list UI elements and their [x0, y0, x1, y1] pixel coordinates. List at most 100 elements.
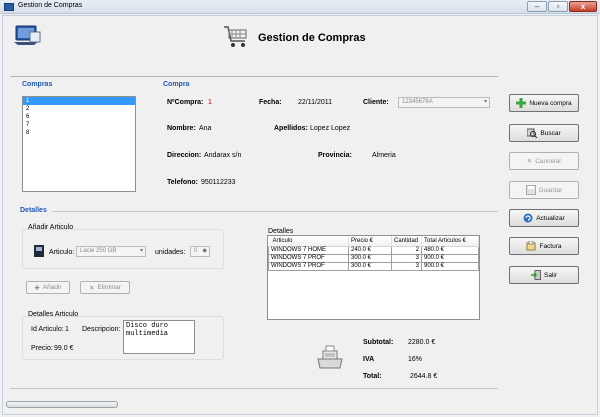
- save-button[interactable]: Guardar: [509, 181, 579, 199]
- table-cell: 3: [391, 261, 422, 271]
- subtotal-label: Subtotal:: [363, 339, 394, 346]
- id-articulo-value: 1: [65, 326, 69, 333]
- add-article-button[interactable]: ✚ Añadir: [26, 281, 70, 294]
- cash-register-icon: [315, 345, 345, 371]
- column-header[interactable]: Precio €: [348, 236, 392, 247]
- articulo-label: Articulo:: [49, 249, 75, 256]
- cancel-button[interactable]: ✕ Cancelar: [509, 152, 579, 170]
- table-cell: 900.0 €: [421, 253, 479, 263]
- compra-section-title: Compra: [163, 81, 190, 88]
- direccion-value: Andarax s/n: [204, 152, 242, 159]
- fecha-value: 22/11/2011: [298, 99, 332, 106]
- descripcion-label: Descripcion:: [82, 326, 121, 333]
- articulo-select[interactable]: Lacie 250 GB ▾: [76, 246, 146, 257]
- subtotal-value: 2280.0 €: [408, 339, 436, 346]
- table-cell: WINDOWS 7 HOME: [268, 245, 349, 255]
- id-articulo-label: Id Articulo:: [31, 326, 64, 333]
- lines-table-container[interactable]: Articulo Precio € Cantidad Total Articul…: [267, 235, 480, 320]
- bottom-divider: [10, 388, 498, 389]
- chevron-down-icon: ▾: [139, 248, 143, 254]
- table-cell: 480.0 €: [421, 245, 479, 255]
- app-icon: [4, 3, 14, 11]
- add-article-button-label: Añadir: [42, 284, 62, 291]
- lines-table-title: Detalles: [268, 228, 294, 235]
- table-row[interactable]: WINDOWS 7 HOME 240.0 € 2 480.0 €: [268, 245, 479, 255]
- exit-button[interactable]: Salir: [509, 266, 579, 284]
- iva-value: 16%: [408, 356, 423, 363]
- search-icon: [526, 128, 538, 139]
- table-cell: 300.0 €: [348, 261, 392, 271]
- app-logo-icon: [12, 24, 42, 46]
- table-cell: WINDOWS 7 PROF: [268, 261, 349, 271]
- minimize-button[interactable]: –: [527, 1, 547, 12]
- table-cell: 300.0 €: [348, 253, 392, 263]
- refresh-button[interactable]: Actualizar: [509, 209, 579, 227]
- chevron-down-icon: ▾: [483, 99, 487, 105]
- telefono-value: 950112233: [201, 179, 236, 186]
- cancel-button-label: Cancelar: [535, 157, 562, 165]
- nombre-label: Nombre:: [167, 125, 196, 132]
- new-purchase-button[interactable]: Nueva compra: [509, 94, 579, 112]
- total-label: Total:: [363, 373, 382, 380]
- refresh-button-label: Actualizar: [536, 214, 565, 222]
- invoice-icon: [526, 240, 536, 251]
- num-compra-label: NºCompra:: [167, 99, 204, 106]
- list-item[interactable]: 7: [23, 121, 135, 129]
- iva-label: IVA: [363, 356, 375, 363]
- save-button-label: Guardar: [538, 186, 563, 194]
- articulo-select-value: Lacie 250 GB: [80, 248, 117, 254]
- apellidos-label: Apellidos:: [274, 125, 308, 132]
- column-header[interactable]: Articulo: [268, 236, 349, 247]
- remove-article-button-label: Eliminar: [97, 284, 121, 291]
- column-header[interactable]: Cantidad: [391, 236, 422, 247]
- product-icon: [33, 244, 45, 258]
- exit-button-label: Salir: [543, 271, 557, 279]
- descripcion-textarea[interactable]: Disco duro multimedia: [123, 320, 195, 354]
- cliente-label: Cliente:: [363, 99, 389, 106]
- close-button[interactable]: x: [569, 1, 597, 12]
- nombre-value: Ana: [199, 125, 212, 132]
- shopping-cart-icon: [222, 24, 250, 50]
- lines-table: Articulo Precio € Cantidad Total Articul…: [268, 236, 479, 271]
- compras-listbox[interactable]: 1 2 6 7 8: [22, 96, 136, 192]
- new-purchase-button-label: Nueva compra: [529, 99, 572, 107]
- invoice-button-label: Factura: [539, 242, 562, 250]
- invoice-button[interactable]: Factura: [509, 237, 579, 255]
- unidades-spinner-value: 0: [194, 248, 198, 254]
- cliente-select-value: 12345678A: [402, 99, 433, 105]
- provincia-label: Provincia:: [318, 152, 352, 159]
- cancel-icon: ✕: [526, 158, 533, 165]
- page-title: Gestion de Compras: [258, 32, 366, 44]
- precio-label: Precio:: [31, 345, 53, 352]
- list-item[interactable]: 8: [23, 129, 135, 137]
- table-row[interactable]: WINDOWS 7 PROF 300.0 € 3 900.0 €: [268, 253, 479, 263]
- table-row[interactable]: WINDOWS 7 PROF 300.0 € 3 900.0 €: [268, 261, 479, 271]
- list-item[interactable]: 1: [23, 97, 135, 105]
- apellidos-value: Lopez Lopez: [310, 125, 351, 132]
- direccion-label: Direccion:: [167, 152, 202, 159]
- exit-icon: [530, 270, 541, 280]
- column-header[interactable]: Total Articulos €: [421, 236, 479, 247]
- plus-icon: ✚: [34, 284, 40, 292]
- list-item[interactable]: 2: [23, 105, 135, 113]
- unidades-label: unidades:: [155, 249, 186, 256]
- provincia-value: Almeria: [372, 152, 396, 159]
- detalles-divider: [52, 211, 498, 212]
- precio-value: 99.0 €: [54, 345, 74, 352]
- remove-article-button[interactable]: ✕ Eliminar: [80, 281, 130, 294]
- title-bar: Gestion de Compras – ▫ x: [0, 0, 600, 14]
- table-cell: 3: [391, 253, 422, 263]
- detalles-section-title: Detalles: [20, 207, 47, 214]
- list-item[interactable]: 6: [23, 113, 135, 121]
- maximize-button[interactable]: ▫: [548, 1, 568, 12]
- cliente-select[interactable]: 12345678A ▾: [398, 97, 490, 108]
- search-button[interactable]: Buscar: [509, 124, 579, 142]
- unidades-spinner[interactable]: 0 ◆: [190, 246, 210, 257]
- refresh-icon: [523, 213, 533, 223]
- plus-icon: [516, 98, 527, 108]
- table-cell: 900.0 €: [421, 261, 479, 271]
- header-divider: [10, 76, 498, 77]
- telefono-label: Telefono:: [167, 179, 198, 186]
- window-title: Gestion de Compras: [18, 2, 83, 9]
- horizontal-scrollbar[interactable]: [6, 401, 118, 408]
